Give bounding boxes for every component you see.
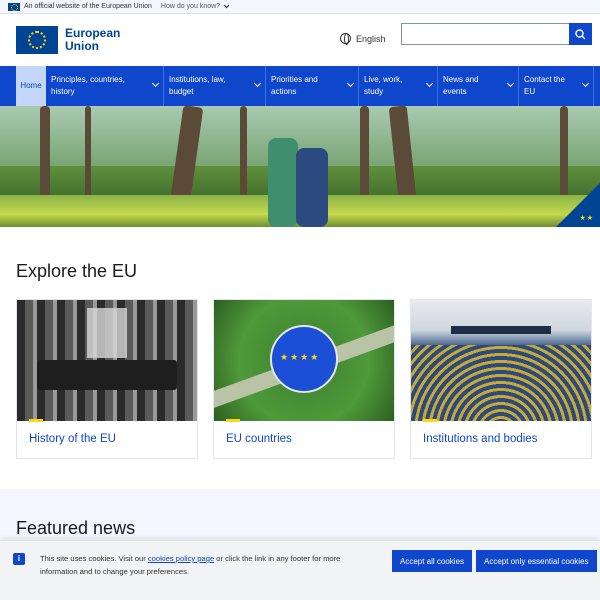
search-button[interactable] xyxy=(569,23,592,45)
info-icon: i xyxy=(13,553,25,565)
cookies-policy-link[interactable]: cookies policy page xyxy=(148,554,214,563)
accept-essential-cookies-button[interactable]: Accept only essential cookies xyxy=(476,550,597,572)
chevron-down-icon xyxy=(506,79,515,88)
card-image-history xyxy=(17,300,197,421)
hero-image: ★★ xyxy=(0,106,600,227)
language-selector[interactable]: English xyxy=(340,33,386,45)
stars-icon: ★★ xyxy=(579,215,594,222)
card-title[interactable]: Institutions and bodies xyxy=(423,433,537,445)
how-do-you-know-toggle[interactable]: How do you know? xyxy=(161,3,230,10)
nav-item-institutions[interactable]: Institutions, law, budget xyxy=(164,66,266,106)
nav-item-home[interactable]: Home xyxy=(16,66,46,106)
card-history[interactable]: History of the EU xyxy=(16,299,198,459)
search-input[interactable] xyxy=(401,23,569,45)
official-site-text: An official website of the European Unio… xyxy=(24,3,152,10)
eu-flag-logo xyxy=(16,26,58,54)
nav-item-label: Contact the EU xyxy=(524,75,565,96)
nav-item-news-events[interactable]: News and events xyxy=(438,66,519,106)
chevron-down-icon xyxy=(151,79,160,88)
logo-text: European Union xyxy=(65,27,120,53)
nav-item-label: Priorities and actions xyxy=(271,75,318,96)
chevron-down-icon xyxy=(581,79,590,88)
eu-logo-link[interactable]: European Union xyxy=(16,26,120,54)
card-image-countries: ★★★★ xyxy=(214,300,394,421)
eu-flag-icon xyxy=(8,2,20,11)
accept-all-cookies-button[interactable]: Accept all cookies xyxy=(392,550,473,572)
card-title[interactable]: EU countries xyxy=(226,433,292,445)
cookie-banner: i This site uses cookies. Visit our cook… xyxy=(0,540,600,600)
card-eu-countries[interactable]: ★★★★ EU countries xyxy=(213,299,395,459)
chevron-down-icon xyxy=(253,79,262,88)
cookie-message: This site uses cookies. Visit our cookie… xyxy=(40,552,360,578)
search-icon xyxy=(575,28,586,39)
logo-line-2: Union xyxy=(65,39,99,53)
how-do-you-know-label: How do you know? xyxy=(160,3,221,10)
site-header: European Union English xyxy=(0,14,600,66)
nav-item-label: Home xyxy=(20,81,42,90)
section-title-news: Featured news xyxy=(16,518,136,538)
card-image-institutions xyxy=(411,300,591,421)
nav-item-label: Principles, countries, history xyxy=(51,75,125,96)
main-navigation: Home Principles, countries, history Inst… xyxy=(0,66,600,106)
chevron-down-icon xyxy=(346,79,355,88)
card-institutions[interactable]: Institutions and bodies xyxy=(410,299,592,459)
cookie-text-before: This site uses cookies. Visit our xyxy=(40,554,148,563)
language-label: English xyxy=(356,33,386,44)
chevron-down-icon xyxy=(223,4,230,9)
nav-item-live-work-study[interactable]: Live, work, study xyxy=(359,66,438,106)
nav-item-contact[interactable]: Contact the EU xyxy=(519,66,594,106)
nav-item-label: Live, work, study xyxy=(364,75,403,96)
section-title-explore: Explore the EU xyxy=(16,261,138,281)
chevron-down-icon xyxy=(425,79,434,88)
globe-icon xyxy=(340,33,351,45)
nav-item-label: Institutions, law, budget xyxy=(169,75,226,96)
search-form xyxy=(401,23,592,45)
card-title[interactable]: History of the EU xyxy=(29,433,116,445)
nav-item-priorities[interactable]: Priorities and actions xyxy=(266,66,359,106)
official-eu-banner: An official website of the European Unio… xyxy=(0,0,600,14)
nav-item-principles[interactable]: Principles, countries, history xyxy=(46,66,164,106)
nav-item-label: News and events xyxy=(443,75,479,96)
